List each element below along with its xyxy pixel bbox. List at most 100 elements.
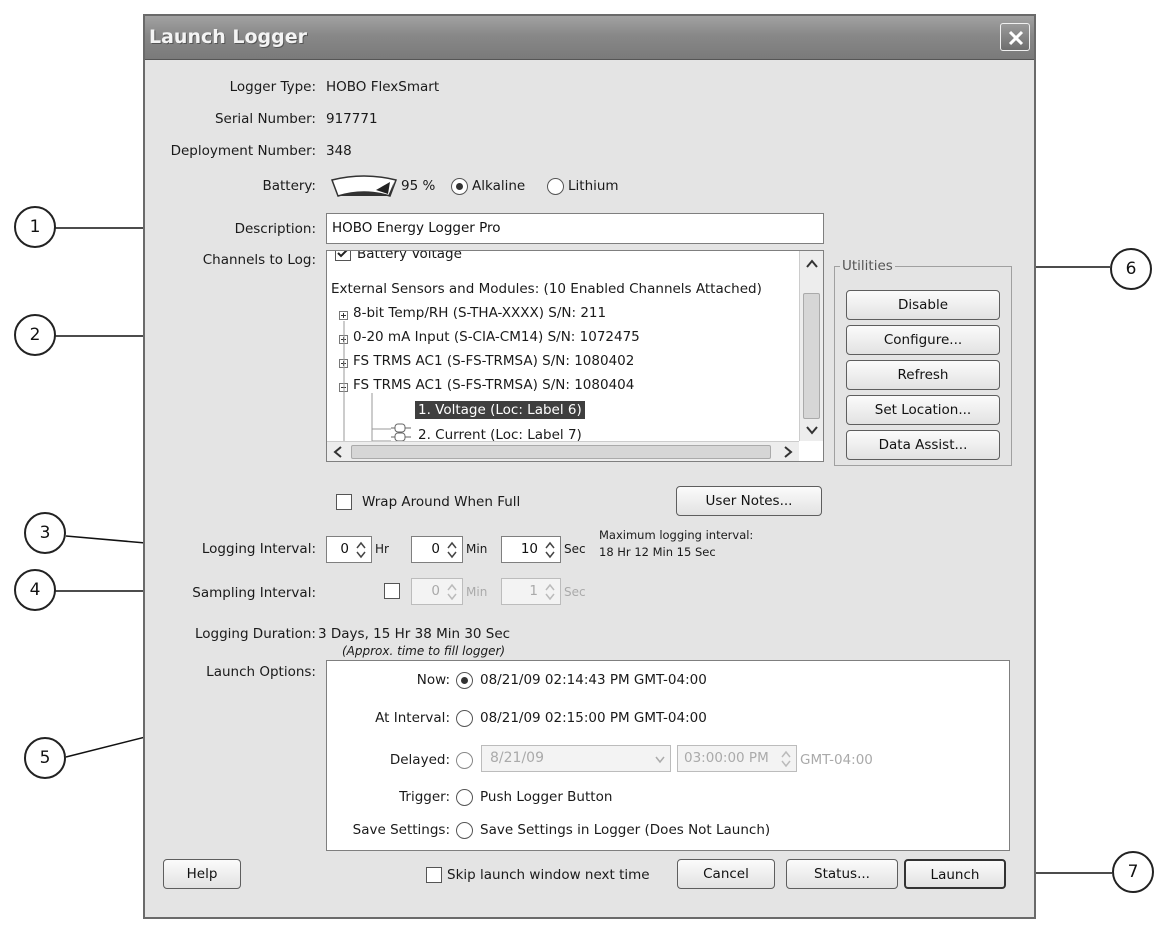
delayed-date-select[interactable]: 8/21/09 [481, 745, 671, 772]
delayed-date-value: 8/21/09 [490, 750, 544, 766]
launch-options-label: Launch Options: [206, 664, 316, 680]
wrap-around-label: Wrap Around When Full [362, 494, 521, 510]
callout-5: 5 [24, 737, 66, 779]
close-button[interactable] [1000, 23, 1030, 51]
trigger-radio[interactable] [456, 789, 473, 806]
battery-label: Battery: [262, 178, 316, 194]
cancel-button[interactable]: Cancel [677, 859, 775, 889]
logging-sec-spinner[interactable]: 10 [501, 536, 561, 563]
configure-button[interactable]: Configure... [846, 325, 1000, 355]
at-interval-radio[interactable] [456, 710, 473, 727]
delayed-radio[interactable] [456, 752, 473, 769]
delayed-time-spinner[interactable]: 03:00:00 PM [677, 745, 797, 772]
callout-6: 6 [1110, 248, 1152, 290]
callout-1: 1 [14, 206, 56, 248]
skip-launch-window-label: Skip launch window next time [447, 867, 650, 883]
scroll-left-icon[interactable] [329, 443, 347, 461]
battery-gauge-icon [331, 175, 397, 197]
wrap-around-checkbox[interactable] [336, 494, 352, 510]
spinner-arrows-icon[interactable] [543, 582, 557, 602]
set-location-button[interactable]: Set Location... [846, 395, 1000, 425]
now-radio[interactable] [456, 672, 473, 689]
sampling-interval-label: Sampling Interval: [192, 585, 316, 601]
logger-type-label: Logger Type: [229, 79, 316, 95]
battery-lithium-radio[interactable] [547, 178, 564, 195]
deployment-number-value: 348 [326, 143, 352, 159]
spinner-arrows-icon[interactable] [543, 540, 557, 560]
scroll-right-icon[interactable] [779, 443, 797, 461]
now-value: 08/21/09 02:14:43 PM GMT-04:00 [480, 672, 707, 688]
sampling-interval-checkbox[interactable] [384, 583, 400, 599]
sampling-sec-value: 1 [529, 583, 538, 599]
utilities-title: Utilities [840, 258, 895, 274]
horizontal-scrollbar[interactable] [327, 441, 799, 461]
spinner-arrows-icon[interactable] [354, 540, 368, 560]
max-logging-interval-value: 18 Hr 12 Min 15 Sec [599, 545, 716, 559]
user-notes-button[interactable]: User Notes... [676, 486, 822, 516]
deployment-number-label: Deployment Number: [170, 143, 316, 159]
logging-duration-note: (Approx. time to fill logger) [342, 644, 506, 658]
channels-label: Channels to Log: [202, 252, 316, 268]
save-settings-label: Save Settings: [352, 822, 450, 838]
serial-number-label: Serial Number: [214, 111, 316, 127]
callout-4: 4 [14, 569, 56, 611]
delayed-timezone: GMT-04:00 [800, 752, 873, 768]
logging-hr-value: 0 [340, 541, 349, 557]
channels-tree[interactable]: Battery Voltage External Sensors and Mod… [326, 250, 824, 462]
callout-7: 7 [1112, 851, 1154, 893]
trigger-value: Push Logger Button [480, 789, 613, 805]
save-settings-radio[interactable] [456, 822, 473, 839]
logging-hr-unit: Hr [375, 542, 389, 556]
scroll-up-icon[interactable] [801, 255, 823, 273]
close-icon [1008, 30, 1024, 46]
horizontal-scroll-thumb[interactable] [351, 445, 771, 459]
battery-alkaline-radio[interactable] [451, 178, 468, 195]
skip-launch-window-checkbox[interactable] [426, 867, 442, 883]
launch-button[interactable]: Launch [904, 859, 1006, 889]
vertical-scroll-thumb[interactable] [803, 293, 820, 419]
disable-button[interactable]: Disable [846, 290, 1000, 320]
chevron-down-icon[interactable] [653, 749, 667, 769]
now-label: Now: [416, 672, 450, 688]
at-interval-label: At Interval: [375, 710, 450, 726]
battery-percent: 95 % [401, 178, 436, 194]
window-title: Launch Logger [149, 26, 308, 48]
status-button[interactable]: Status... [786, 859, 898, 889]
sampling-min-unit: Min [466, 585, 488, 599]
description-label: Description: [234, 221, 316, 237]
logging-interval-label: Logging Interval: [201, 541, 316, 557]
delayed-time-value: 03:00:00 PM [684, 750, 769, 766]
help-button[interactable]: Help [163, 859, 241, 889]
sampling-sec-spinner[interactable]: 1 [501, 578, 561, 605]
spinner-arrows-icon[interactable] [445, 582, 459, 602]
spinner-arrows-icon[interactable] [779, 749, 793, 769]
trigger-label: Trigger: [399, 789, 450, 805]
battery-alkaline-label: Alkaline [472, 178, 526, 194]
spinner-arrows-icon[interactable] [445, 540, 459, 560]
tree-subitem-voltage[interactable]: 1. Voltage (Loc: Label 6) [415, 401, 585, 419]
save-settings-value: Save Settings in Logger (Does Not Launch… [480, 822, 771, 838]
logging-sec-unit: Sec [564, 542, 586, 556]
logging-min-spinner[interactable]: 0 [411, 536, 463, 563]
refresh-button[interactable]: Refresh [846, 360, 1000, 390]
sampling-sec-unit: Sec [564, 585, 586, 599]
logging-hr-spinner[interactable]: 0 [326, 536, 372, 563]
callout-3: 3 [24, 512, 66, 554]
description-input[interactable]: HOBO Energy Logger Pro [326, 213, 824, 244]
delayed-label: Delayed: [389, 752, 450, 768]
sampling-min-spinner[interactable]: 0 [411, 578, 463, 605]
data-assist-button[interactable]: Data Assist... [846, 430, 1000, 460]
scroll-down-icon[interactable] [801, 421, 823, 439]
max-logging-interval-label: Maximum logging interval: [599, 528, 754, 542]
logger-type-value: HOBO FlexSmart [326, 79, 440, 95]
logging-duration-value: 3 Days, 15 Hr 38 Min 30 Sec [318, 626, 511, 642]
vertical-scrollbar[interactable] [799, 251, 823, 441]
sampling-min-value: 0 [431, 583, 440, 599]
logging-sec-value: 10 [520, 541, 538, 557]
battery-lithium-label: Lithium [568, 178, 619, 194]
logging-min-unit: Min [466, 542, 488, 556]
title-bar[interactable]: Launch Logger [145, 16, 1034, 60]
logging-duration-label: Logging Duration: [194, 626, 316, 642]
serial-number-value: 917771 [326, 111, 378, 127]
logging-min-value: 0 [431, 541, 440, 557]
